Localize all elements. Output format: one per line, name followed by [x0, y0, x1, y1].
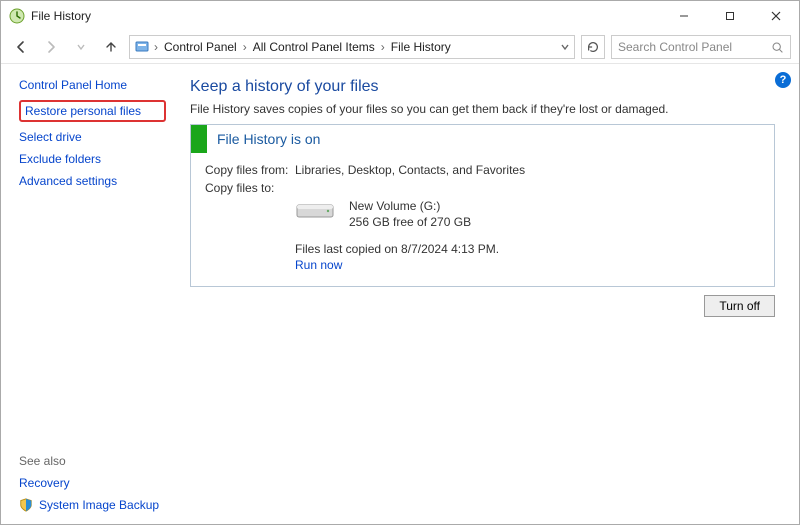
run-now-link[interactable]: Run now	[295, 258, 342, 272]
highlight-box: Restore personal files	[19, 100, 166, 122]
copy-from-value: Libraries, Desktop, Contacts, and Favori…	[295, 163, 760, 177]
breadcrumb-file-history[interactable]: File History	[389, 40, 453, 54]
copy-from-label: Copy files from:	[205, 163, 295, 177]
forward-button[interactable]	[39, 35, 63, 59]
window-controls	[661, 1, 799, 31]
status-header: File History is on	[191, 125, 774, 153]
up-button[interactable]	[99, 35, 123, 59]
help-button[interactable]: ?	[775, 72, 791, 88]
status-strip	[191, 125, 207, 153]
nav-exclude-folders[interactable]: Exclude folders	[19, 152, 166, 166]
back-button[interactable]	[9, 35, 33, 59]
drive-space: 256 GB free of 270 GB	[349, 215, 471, 231]
drive-name: New Volume (G:)	[349, 199, 471, 215]
drive-row: New Volume (G:) 256 GB free of 270 GB	[295, 199, 760, 230]
left-nav: Control Panel Home Restore personal file…	[1, 64, 176, 524]
breadcrumb-all-items[interactable]: All Control Panel Items	[251, 40, 377, 54]
close-button[interactable]	[753, 1, 799, 31]
search-placeholder: Search Control Panel	[618, 40, 771, 54]
last-copied-text: Files last copied on 8/7/2024 4:13 PM.	[295, 242, 760, 256]
address-bar[interactable]: › Control Panel › All Control Panel Item…	[129, 35, 575, 59]
copy-to-label: Copy files to:	[205, 181, 295, 195]
status-body: Copy files from: Libraries, Desktop, Con…	[191, 153, 774, 286]
main-panel: ? Keep a history of your files File Hist…	[176, 64, 799, 524]
search-input[interactable]: Search Control Panel	[611, 35, 791, 59]
breadcrumb-control-panel[interactable]: Control Panel	[162, 40, 239, 54]
nav-restore-personal-files[interactable]: Restore personal files	[25, 104, 141, 118]
nav-control-panel-home[interactable]: Control Panel Home	[19, 78, 166, 92]
page-title: Keep a history of your files	[190, 78, 775, 96]
window-title: File History	[31, 9, 661, 23]
see-also-system-image-backup-row: System Image Backup	[19, 498, 159, 512]
file-history-window: File History	[0, 0, 800, 525]
breadcrumb-sep-icon: ›	[241, 40, 249, 54]
breadcrumb-sep-icon: ›	[152, 40, 160, 54]
breadcrumb-sep-icon: ›	[379, 40, 387, 54]
control-panel-icon	[134, 39, 150, 55]
see-also-title: See also	[19, 454, 159, 468]
nav-select-drive[interactable]: Select drive	[19, 130, 166, 144]
nav-advanced-settings[interactable]: Advanced settings	[19, 174, 166, 188]
drive-icon	[295, 199, 335, 223]
shield-icon	[19, 498, 33, 512]
see-also-system-image-backup[interactable]: System Image Backup	[39, 498, 159, 512]
refresh-button[interactable]	[581, 35, 605, 59]
app-icon	[9, 8, 25, 24]
recent-dropdown-icon[interactable]	[69, 35, 93, 59]
search-icon	[771, 41, 784, 54]
content-body: Control Panel Home Restore personal file…	[1, 64, 799, 524]
see-also-recovery[interactable]: Recovery	[19, 476, 159, 490]
turn-off-button[interactable]: Turn off	[704, 295, 775, 317]
see-also-section: See also Recovery System Image Backup	[19, 454, 159, 512]
address-dropdown-icon[interactable]	[560, 42, 570, 52]
minimize-button[interactable]	[661, 1, 707, 31]
maximize-button[interactable]	[707, 1, 753, 31]
turn-off-row: Turn off	[190, 295, 775, 317]
status-title: File History is on	[207, 131, 320, 147]
page-subtitle: File History saves copies of your files …	[190, 102, 775, 116]
file-history-status-box: File History is on Copy files from: Libr…	[190, 124, 775, 287]
title-bar: File History	[1, 1, 799, 31]
navigation-bar: › Control Panel › All Control Panel Item…	[1, 31, 799, 63]
